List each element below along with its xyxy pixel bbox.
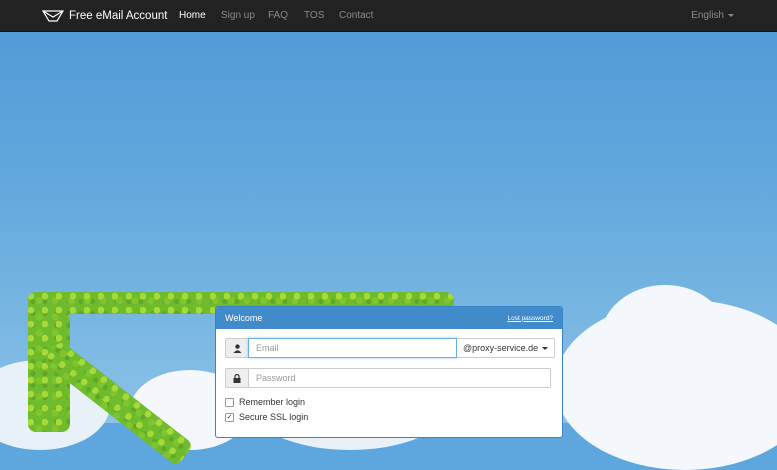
login-panel: Welcome Lost password? @proxy-service.de… — [215, 306, 563, 438]
password-row — [225, 368, 551, 388]
domain-label: @proxy-service.de — [463, 343, 539, 353]
envelope-icon — [42, 9, 64, 22]
login-panel-heading: Welcome Lost password? — [216, 307, 562, 329]
secure-ssl-checkbox[interactable]: ✓ Secure SSL login — [225, 412, 308, 422]
user-icon — [225, 338, 248, 358]
lock-icon — [225, 368, 248, 388]
language-dropdown[interactable]: English — [691, 10, 734, 21]
chevron-down-icon — [728, 13, 734, 17]
remember-login-label: Remember login — [239, 397, 306, 407]
top-navbar: Free eMail Account Home Sign up FAQ TOS … — [0, 0, 777, 32]
login-title: Welcome — [225, 313, 263, 323]
password-input[interactable] — [248, 368, 551, 388]
brand-name: Free eMail Account — [69, 9, 168, 22]
checkbox-box[interactable] — [225, 397, 234, 407]
nav-home[interactable]: Home — [179, 10, 206, 21]
nav-sign-up[interactable]: Sign up — [221, 10, 255, 21]
nav-faq[interactable]: FAQ — [268, 10, 288, 21]
chevron-down-icon — [542, 346, 549, 350]
nav-contact[interactable]: Contact — [339, 10, 373, 21]
language-label: English — [691, 10, 724, 21]
remember-login-checkbox[interactable]: Remember login — [225, 397, 305, 407]
secure-ssl-label: Secure SSL login — [239, 412, 309, 422]
email-row: @proxy-service.de — [225, 338, 556, 358]
brand-logo[interactable]: Free eMail Account — [42, 0, 167, 31]
domain-select[interactable]: @proxy-service.de — [457, 338, 556, 358]
nav-tos[interactable]: TOS — [304, 10, 324, 21]
lost-password-link[interactable]: Lost password? — [507, 315, 553, 322]
email-input[interactable] — [248, 338, 457, 358]
checkmark-icon[interactable]: ✓ — [225, 412, 234, 422]
cloud — [600, 285, 730, 395]
